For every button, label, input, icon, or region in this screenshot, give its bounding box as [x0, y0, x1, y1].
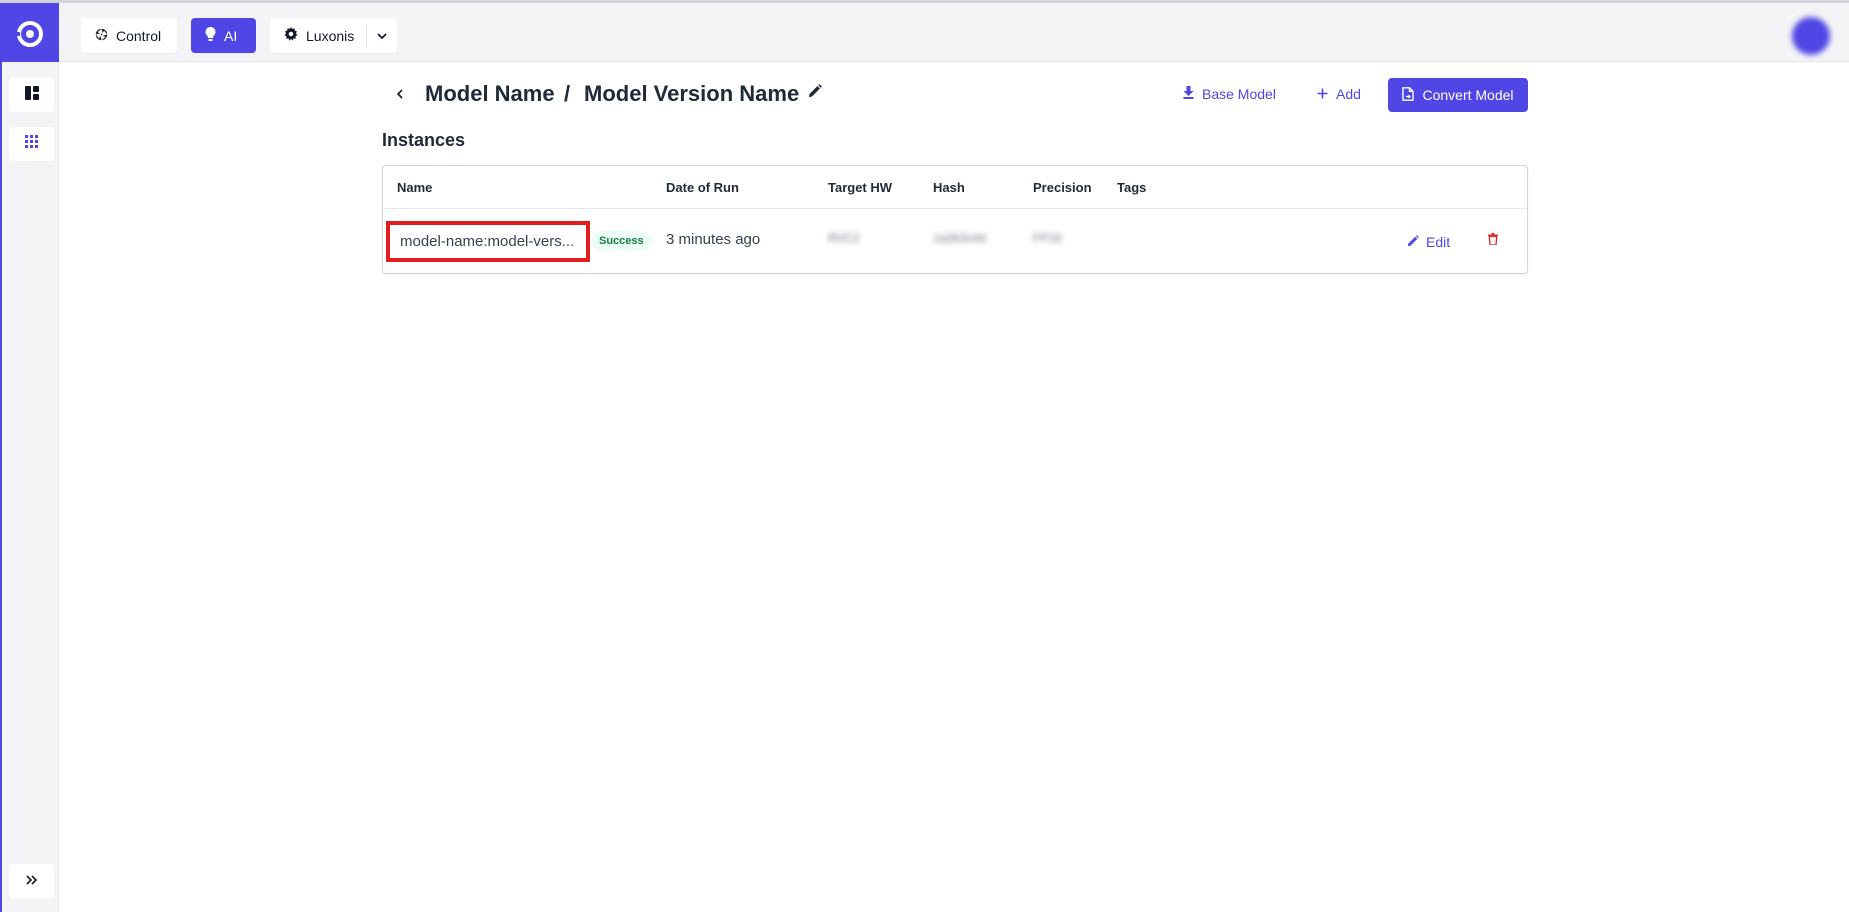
- pencil-icon: [808, 84, 822, 102]
- org-label: Luxonis: [306, 27, 355, 44]
- column-header-tags[interactable]: Tags: [1117, 180, 1146, 195]
- page-title: Model Version Name: [584, 81, 800, 106]
- instance-name-link[interactable]: model-name:model-vers...: [386, 221, 590, 262]
- hash-value: 1a2b3c4d: [933, 231, 986, 245]
- pencil-icon: [1407, 234, 1419, 250]
- double-chevron-right-icon: [25, 872, 38, 890]
- sidebar-expand-button[interactable]: [9, 864, 54, 898]
- chevron-down-icon[interactable]: [367, 29, 397, 43]
- nav-ai-button[interactable]: AI: [191, 18, 256, 53]
- luxonis-logo-icon: [11, 21, 43, 47]
- breadcrumb-model-name[interactable]: Model Name: [425, 80, 555, 108]
- precision-value: FP16: [1033, 231, 1062, 245]
- top-bar: Control AI Luxonis: [0, 0, 1849, 65]
- instances-table: Name Date of Run Target HW Hash Precisio…: [382, 165, 1528, 274]
- column-header-target-hw[interactable]: Target HW: [828, 180, 892, 195]
- lightbulb-icon: [205, 27, 216, 44]
- add-button[interactable]: Add: [1317, 83, 1361, 105]
- avatar[interactable]: [1792, 17, 1830, 55]
- table-header: Name Date of Run Target HW Hash Precisio…: [383, 166, 1527, 209]
- breadcrumb-separator: /: [564, 81, 571, 106]
- table-row[interactable]: model-name:model-vers... Success 3 minut…: [383, 210, 1527, 274]
- base-model-label: Base Model: [1202, 86, 1276, 102]
- convert-model-button[interactable]: Convert Model: [1388, 78, 1528, 112]
- gear-icon: [284, 27, 298, 44]
- grid-icon: [25, 135, 38, 153]
- edit-label: Edit: [1426, 234, 1451, 250]
- target-hw-value: RVC2: [828, 231, 860, 245]
- convert-model-label: Convert Model: [1422, 87, 1514, 103]
- dashboard-icon: [24, 85, 39, 105]
- app-logo[interactable]: [0, 3, 59, 65]
- status-badge: Success: [591, 231, 652, 251]
- delete-button[interactable]: [1483, 230, 1503, 252]
- org-selector[interactable]: Luxonis: [270, 18, 397, 53]
- plus-icon: [1317, 87, 1328, 102]
- edit-button[interactable]: Edit: [1407, 231, 1450, 253]
- date-of-run: 3 minutes ago: [666, 231, 761, 248]
- column-header-precision[interactable]: Precision: [1033, 180, 1092, 195]
- sidebar-item-apps[interactable]: [9, 127, 54, 161]
- chevron-left-icon: [396, 86, 403, 102]
- rename-version-button[interactable]: [808, 84, 826, 104]
- sidebar: [0, 62, 59, 912]
- nav-ai-label: AI: [224, 27, 238, 44]
- column-header-hash[interactable]: Hash: [933, 180, 965, 195]
- sidebar-item-dashboard[interactable]: [9, 78, 54, 112]
- trash-icon: [1488, 232, 1498, 250]
- base-model-button[interactable]: Base Model: [1183, 83, 1276, 105]
- download-icon: [1183, 86, 1194, 102]
- nav-control-button[interactable]: Control: [81, 18, 177, 53]
- section-title: Instances: [382, 130, 466, 150]
- file-convert-icon: [1402, 86, 1415, 104]
- column-header-name[interactable]: Name: [397, 180, 432, 195]
- column-header-date[interactable]: Date of Run: [666, 180, 739, 195]
- back-button[interactable]: [390, 83, 408, 105]
- aperture-icon: [95, 28, 108, 44]
- nav-control-label: Control: [116, 27, 162, 44]
- add-label: Add: [1336, 86, 1361, 102]
